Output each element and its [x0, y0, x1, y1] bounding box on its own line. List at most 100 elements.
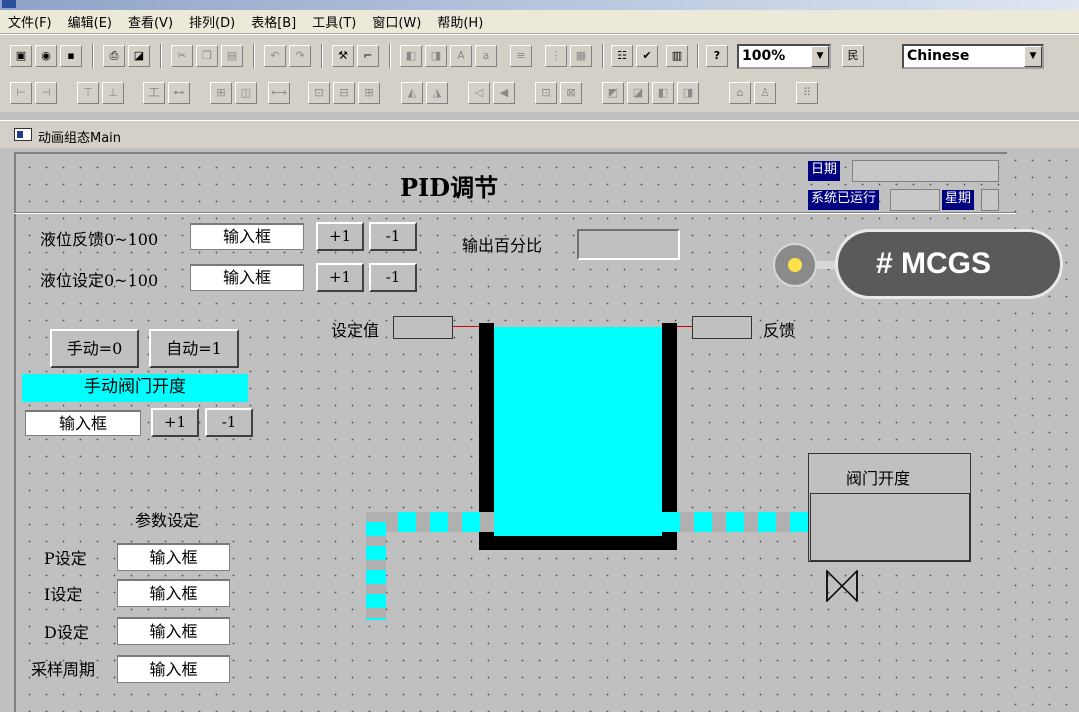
rotate-left-icon[interactable]: ◁	[468, 82, 490, 104]
forward-icon[interactable]: ◧	[652, 82, 674, 104]
grid-icon[interactable]: ▦	[570, 45, 592, 67]
text-color-icon[interactable]: a	[475, 45, 497, 67]
auto-button[interactable]: 自动=1	[149, 329, 239, 368]
menu-tools[interactable]: 工具(T)	[304, 12, 364, 31]
setpoint-minus-button[interactable]: -1	[369, 263, 417, 292]
save-icon[interactable]: ▪	[60, 45, 82, 67]
menu-help[interactable]: 帮助(H)	[429, 12, 491, 31]
backward-icon[interactable]: ◨	[677, 82, 699, 104]
menu-view[interactable]: 查看(V)	[120, 12, 181, 31]
output-display	[577, 229, 680, 260]
d-input[interactable]: 输入框	[117, 617, 230, 645]
weekday-label: 星期	[942, 190, 975, 210]
group-icon[interactable]: ⊡	[535, 82, 557, 104]
menu-arrange[interactable]: 排列(D)	[181, 12, 243, 31]
same-height-icon[interactable]: ◫	[235, 82, 257, 104]
align-grid-icon[interactable]: ≡	[510, 45, 532, 67]
flip-v-icon[interactable]: ◮	[426, 82, 448, 104]
runtime-label: 系统已运行	[808, 190, 880, 210]
center-v-icon[interactable]: ⊷	[168, 82, 190, 104]
sample-period-input[interactable]: 输入框	[117, 655, 230, 683]
align-left-icon[interactable]: ⊢	[10, 82, 32, 104]
manual-button[interactable]: 手动=0	[50, 329, 139, 368]
align-bottom-icon[interactable]: ⊥	[102, 82, 124, 104]
chevron-down-icon[interactable]: ▼	[1024, 46, 1042, 67]
setpoint-plus-button[interactable]: +1	[316, 263, 364, 292]
setpoint-input[interactable]: 输入框	[190, 264, 304, 291]
language-select[interactable]: Chinese ▼	[902, 44, 1044, 69]
zoom-select[interactable]: 100% ▼	[737, 44, 831, 69]
flip-h-icon[interactable]: ◭	[401, 82, 423, 104]
child-window-titlebar[interactable]: 动画组态Main	[0, 120, 1079, 148]
window-icon	[14, 128, 32, 141]
copy-icon[interactable]: ❐	[196, 45, 218, 67]
valve-opening-label: 阀门开度	[846, 469, 911, 488]
properties-icon[interactable]: ☷	[611, 45, 633, 67]
menu-bar: 文件(F) 编辑(E) 查看(V) 排列(D) 表格[B] 工具(T) 窗口(W…	[0, 10, 1079, 34]
feedback-minus-button[interactable]: -1	[369, 222, 417, 251]
feedback-label: 液位反馈0~100	[40, 230, 159, 249]
manual-valve-input[interactable]: 输入框	[25, 410, 141, 436]
same-size-icon[interactable]: ⟷	[268, 82, 290, 104]
i-input[interactable]: 输入框	[117, 579, 230, 607]
menu-file[interactable]: 文件(F)	[0, 12, 60, 31]
date-label: 日期	[808, 161, 841, 181]
align-top-icon[interactable]: ⊤	[77, 82, 99, 104]
unlock-icon[interactable]: ♙	[754, 82, 776, 104]
p-label: P设定	[44, 549, 87, 568]
same-width-icon[interactable]: ⊞	[210, 82, 232, 104]
cut-icon[interactable]: ✂	[171, 45, 193, 67]
help-icon[interactable]: ?	[706, 45, 728, 67]
line-color-icon[interactable]: ◨	[425, 45, 447, 67]
feedback-plus-button[interactable]: +1	[316, 222, 364, 251]
arrange-toolbar: ⊢ ⊣ ⊤ ⊥ 工 ⊷ ⊞ ◫ ⟷ ⊡ ⊟ ⊞ ◭ ◮ ◁ ◀ ⊡ ⊠ ◩ ◪ …	[0, 78, 1079, 112]
align-right-icon[interactable]: ⊣	[35, 82, 57, 104]
script-icon[interactable]: ▥	[666, 45, 688, 67]
setpoint-label: 液位设定0~100	[40, 271, 159, 290]
feedback-input[interactable]: 输入框	[190, 223, 304, 250]
open-icon[interactable]: ◉	[35, 45, 57, 67]
sample-period-label: 采样周期	[31, 660, 96, 679]
inlet-pipe-vertical	[366, 512, 386, 620]
d-label: D设定	[44, 623, 89, 642]
component-icon[interactable]: ⌐	[357, 45, 379, 67]
print-preview-icon[interactable]: ◪	[128, 45, 150, 67]
font-icon[interactable]: A	[450, 45, 472, 67]
valve-minus-button[interactable]: -1	[205, 408, 253, 437]
bring-front-icon[interactable]: ◩	[602, 82, 624, 104]
valve-icon[interactable]	[826, 570, 858, 602]
fill-icon[interactable]: ◧	[400, 45, 422, 67]
valve-plus-button[interactable]: +1	[151, 408, 199, 437]
center-h-icon[interactable]: 工	[143, 82, 165, 104]
p-input[interactable]: 输入框	[117, 543, 230, 571]
menu-edit[interactable]: 编辑(E)	[60, 12, 120, 31]
window-icon[interactable]: ▣	[10, 45, 32, 67]
app-icon	[2, 0, 16, 8]
weekday-display	[981, 189, 999, 211]
params-title: 参数设定	[135, 511, 200, 530]
paste-icon[interactable]: ▤	[221, 45, 243, 67]
undo-icon[interactable]: ↶	[264, 45, 286, 67]
menu-window[interactable]: 窗口(W)	[364, 12, 429, 31]
redo-icon[interactable]: ↷	[289, 45, 311, 67]
tools-icon[interactable]: ⚒	[332, 45, 354, 67]
check-icon[interactable]: ✔	[636, 45, 658, 67]
grid-dots-icon[interactable]: ⠿	[796, 82, 818, 104]
setpoint-tag-display	[393, 316, 453, 339]
language-value: Chinese	[907, 48, 970, 64]
space-h-icon[interactable]: ⊡	[308, 82, 330, 104]
space-v-icon[interactable]: ⊟	[333, 82, 355, 104]
lock-icon[interactable]: ⌂	[729, 82, 751, 104]
language-icon[interactable]: ⺠	[842, 45, 864, 67]
chevron-down-icon[interactable]: ▼	[811, 46, 829, 67]
ungroup-icon[interactable]: ⊠	[560, 82, 582, 104]
print-icon[interactable]: ⎙	[103, 45, 125, 67]
feedback-tag-label: 反馈	[763, 321, 796, 340]
menu-table[interactable]: 表格[B]	[243, 12, 304, 31]
valve-opening-display	[810, 493, 970, 561]
space-v-icon[interactable]: ⊞	[358, 82, 380, 104]
send-back-icon[interactable]: ◪	[627, 82, 649, 104]
grid-icon[interactable]: ⋮	[545, 45, 567, 67]
rotate-right-icon[interactable]: ◀	[493, 82, 515, 104]
tank-liquid	[494, 326, 662, 536]
